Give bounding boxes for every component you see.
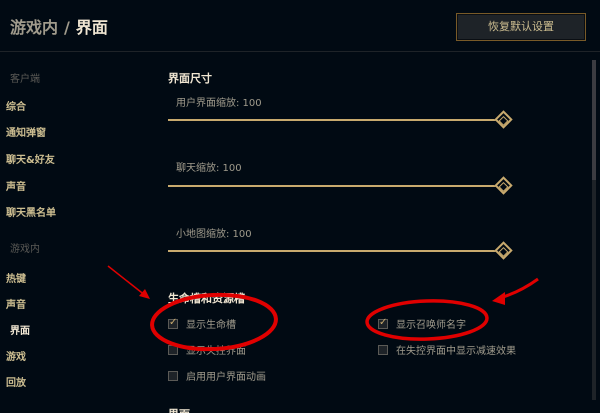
sidebar-item-interface[interactable]: 界面 [10, 322, 30, 337]
sidebar-item-game[interactable]: 游戏 [6, 348, 26, 363]
sidebar-group-ingame: 游戏内 [10, 244, 40, 255]
next-section-title: 界面 [168, 406, 190, 413]
breadcrumb-current: 界面 [75, 18, 108, 37]
minimap-scale-label: 小地图缩放: 100 [176, 229, 252, 240]
show-slow-in-cc-checkbox[interactable]: 在失控界面中显示减速效果 [378, 342, 516, 357]
chat-scale-slider[interactable] [168, 185, 498, 187]
show-slow-in-cc-label: 在失控界面中显示减速效果 [396, 346, 516, 357]
show-cc-interface-checkbox[interactable]: 显示失控界面 [168, 342, 246, 357]
sidebar-item-ingame-sound[interactable]: 声音 [6, 296, 26, 311]
checkbox-unchecked-icon [168, 344, 178, 355]
ui-scale-slider-thumb[interactable] [494, 110, 513, 129]
chat-scale-label: 聊天缩放: 100 [176, 163, 242, 174]
sidebar-item-chat-blacklist[interactable]: 聊天黑名单 [6, 204, 56, 219]
ui-scale-slider[interactable] [168, 119, 498, 121]
sidebar: 客户端 综合 通知弹窗 聊天&好友 声音 聊天黑名单 游戏内 热键 声音 界面 … [0, 52, 120, 413]
scrollbar[interactable] [592, 60, 596, 400]
sidebar-item-replay[interactable]: 回放 [6, 374, 26, 389]
settings-panel: 界面尺寸 用户界面缩放: 100 聊天缩放: 100 小地图缩放: 100 生命… [120, 52, 590, 413]
checkbox-checked-icon [168, 317, 178, 329]
breadcrumb: 游戏内 / 界面 [10, 14, 108, 38]
scrollbar-thumb[interactable] [592, 60, 596, 180]
sidebar-group-client: 客户端 [10, 74, 40, 85]
restore-defaults-button[interactable]: 恢复默认设置 [456, 13, 586, 41]
sidebar-item-general[interactable]: 综合 [6, 98, 26, 113]
header: 游戏内 / 界面 恢复默认设置 [0, 0, 600, 52]
enable-ui-animations-checkbox[interactable]: 启用用户界面动画 [168, 368, 266, 383]
show-health-bars-label: 显示生命槽 [186, 320, 236, 331]
sidebar-item-client-sound[interactable]: 声音 [6, 178, 26, 193]
sidebar-item-hotkeys[interactable]: 热键 [6, 270, 26, 285]
breadcrumb-separator: / [64, 18, 70, 37]
minimap-scale-slider[interactable] [168, 250, 498, 252]
checkbox-unchecked-icon [378, 344, 388, 355]
checkbox-unchecked-icon [168, 370, 178, 381]
enable-ui-animations-label: 启用用户界面动画 [186, 372, 266, 383]
breadcrumb-parent[interactable]: 游戏内 [10, 18, 58, 37]
show-summoner-names-label: 显示召唤师名字 [396, 320, 466, 331]
ui-scale-label: 用户界面缩放: 100 [176, 98, 262, 109]
interface-size-title: 界面尺寸 [168, 72, 212, 85]
health-resource-bars-title: 生命槽和资源槽 [168, 292, 245, 305]
minimap-scale-slider-thumb[interactable] [494, 241, 513, 260]
show-cc-interface-label: 显示失控界面 [186, 346, 246, 357]
show-summoner-names-checkbox[interactable]: 显示召唤师名字 [378, 316, 466, 331]
chat-scale-slider-thumb[interactable] [494, 176, 513, 195]
show-health-bars-checkbox[interactable]: 显示生命槽 [168, 316, 236, 331]
checkbox-checked-icon [378, 317, 388, 329]
sidebar-item-notifications[interactable]: 通知弹窗 [6, 124, 46, 139]
sidebar-item-chat-friends[interactable]: 聊天&好友 [6, 151, 55, 166]
